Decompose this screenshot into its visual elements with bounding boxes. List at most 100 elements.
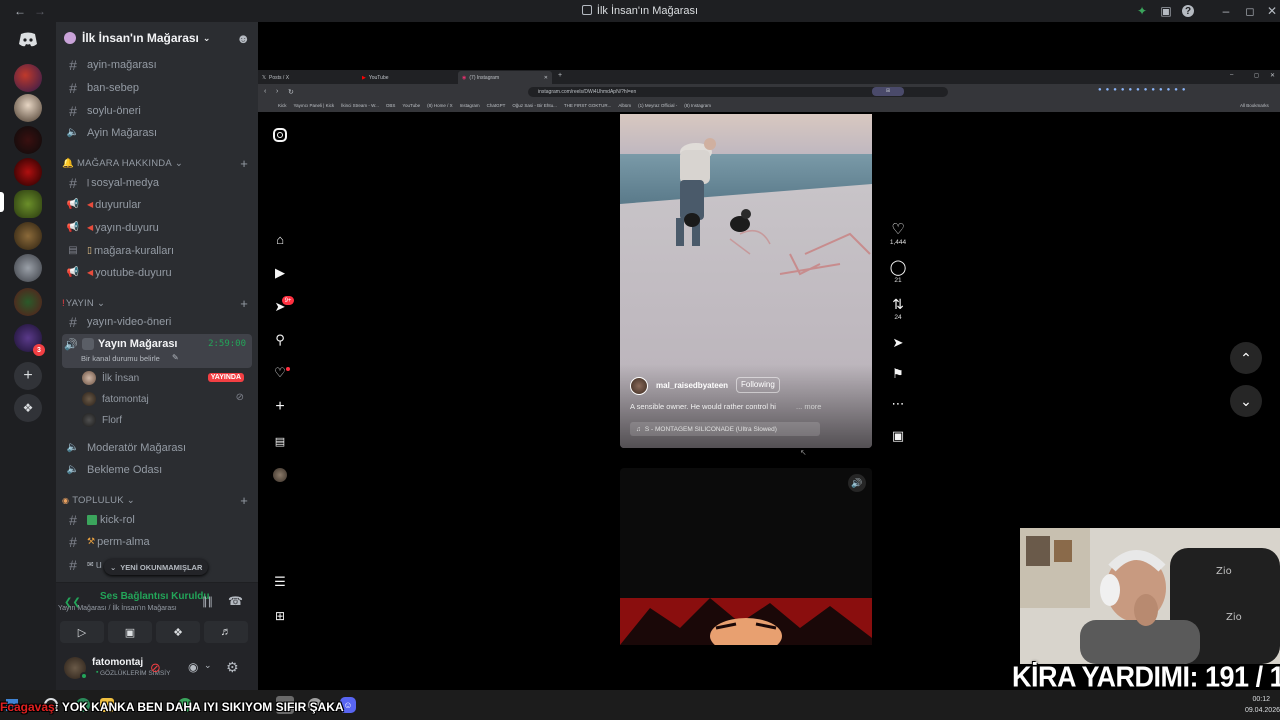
bookmark-item[interactable]: (1) Meyraz Official - [638, 103, 677, 111]
server-avatar[interactable] [14, 126, 42, 154]
audio-page-icon[interactable]: ▣ [886, 428, 910, 444]
channel-item[interactable]: # ayin-mağarası [62, 54, 252, 75]
server-header[interactable]: İlk İnsan'ın Mağarası ⌄ ☻ [56, 22, 258, 54]
active-voice-channel[interactable]: 🔊 Yayın Mağarası 2:59:00 Bir kanal durum… [62, 334, 252, 368]
category-header[interactable]: ◉ TOPLULUK ⌄ + [62, 492, 252, 508]
bookmark-item[interactable]: İkinci Stream - W... [341, 103, 379, 111]
chevron-down-icon[interactable]: ⌄ [204, 660, 212, 671]
clock-time[interactable]: 00:12 [1236, 696, 1270, 703]
forward-arrow-icon[interactable]: › [276, 88, 278, 95]
activities-button[interactable]: ❖ [156, 621, 200, 643]
avatar[interactable] [630, 377, 648, 395]
following-button[interactable]: Following [736, 377, 780, 393]
invite-icon[interactable]: ☻ [236, 31, 250, 46]
category-header[interactable]: 🔔 MAĞARA HAKKINDA ⌄ + [62, 155, 252, 171]
unread-pill[interactable]: ⌄ YENİ OKUNMAMIŞLAR [104, 559, 209, 575]
bookmark-item[interactable]: ChatGPT [487, 103, 506, 111]
share-icon[interactable]: ➤ [886, 335, 910, 351]
explore-icon[interactable]: ❖ [14, 394, 42, 422]
repost-action[interactable]: ⇅ 24 [886, 296, 910, 321]
add-server-icon[interactable]: + [14, 362, 42, 390]
channel-item[interactable]: # | sosyal-medya [62, 172, 252, 193]
channel-item[interactable]: # kick-rol [62, 509, 252, 530]
bookmark-item[interactable]: (8) Home / X [427, 103, 453, 111]
server-avatar[interactable] [14, 222, 42, 250]
bookmark-item[interactable]: YouTube [402, 103, 420, 111]
voice-user[interactable]: İlk İnsan YAYINDA [82, 368, 250, 388]
add-channel-icon[interactable]: + [240, 156, 248, 171]
install-button[interactable]: ⊞ [872, 87, 904, 96]
muted-mic-icon[interactable]: ⊘ [150, 660, 161, 676]
reel-video[interactable]: mal_raisedbyateen Following A sensible o… [620, 114, 872, 448]
profile-avatar[interactable] [273, 468, 287, 482]
clock-date[interactable]: 09.04.2026 [1234, 707, 1280, 714]
create-icon[interactable]: + [272, 398, 288, 415]
threads-icon[interactable]: ⊞ [272, 608, 288, 624]
browser-tab-active[interactable]: ◉ (7) Instagram ✕ [458, 71, 552, 84]
browser-tab[interactable]: 𝕏 Posts / X [262, 72, 358, 83]
reload-icon[interactable]: ↻ [288, 88, 294, 96]
server-avatar[interactable] [14, 288, 42, 316]
pencil-icon[interactable]: ✎ [172, 353, 179, 362]
server-avatar[interactable] [14, 158, 42, 186]
maximize-icon[interactable]: ◻ [1242, 3, 1258, 19]
bookmark-item[interactable]: Albüm [618, 103, 631, 111]
browser-tab[interactable]: ▶ YouTube [362, 72, 456, 83]
server-avatar[interactable] [14, 64, 42, 92]
like-action[interactable]: ♡ 1,444 [886, 220, 910, 246]
screen-share-button[interactable]: ▣ [108, 621, 152, 643]
settings-gear-icon[interactable]: ⚙ [226, 659, 239, 676]
headphones-icon[interactable]: ◉ [188, 660, 198, 674]
nitro-icon[interactable]: ✦ [1134, 3, 1150, 19]
bookmark-item[interactable]: OBS [386, 103, 396, 111]
bookmark-icon[interactable]: ⚑ [886, 366, 910, 382]
noise-suppression-icon[interactable]: ∥∥ [202, 595, 213, 608]
bookmark-item[interactable]: Oğuz Sasi - Bir Ehtu... [512, 103, 557, 111]
reel-video[interactable]: 🔊 [620, 468, 872, 645]
voice-user[interactable]: fatomontaj ⊘ [82, 389, 250, 409]
bookmark-item[interactable]: (8) Instagram [684, 103, 711, 111]
bookmark-item[interactable]: Yayıncı Paneli | Kick [294, 103, 335, 111]
instagram-logo-icon[interactable] [273, 128, 287, 142]
more-options-icon[interactable]: ⋯ [886, 396, 910, 412]
help-icon[interactable]: ? [1182, 5, 1194, 17]
server-avatar-active[interactable] [14, 190, 42, 218]
extension-icons[interactable]: ●●●●●●●●●●●● [1098, 87, 1268, 96]
voice-channel-item[interactable]: 🔈 Ayin Mağarası [62, 122, 252, 143]
more-link[interactable]: ... more [796, 402, 821, 411]
voice-status[interactable]: Ses Bağlantısı Kuruldu [44, 591, 214, 602]
channel-item[interactable]: ▤ ▯ mağara-kuralları [62, 240, 252, 261]
channel-item[interactable]: 📢 ◀ yayın-duyuru [62, 217, 252, 238]
voice-user[interactable]: Florf [82, 410, 250, 430]
minimize-icon[interactable]: – [1230, 72, 1233, 78]
camera-toggle-button[interactable]: ▷ [60, 621, 104, 643]
comment-action[interactable]: ◯ 21 [886, 258, 910, 284]
voice-location[interactable]: Yayın Mağarası / İlk İnsan'ın Mağarası [56, 605, 226, 612]
channel-item[interactable]: # soylu-öneri [62, 100, 252, 121]
soundboard-button[interactable]: ♬ [204, 621, 248, 643]
server-avatar[interactable] [14, 94, 42, 122]
voice-channel-item[interactable]: 🔈 Bekleme Odası [62, 459, 252, 480]
new-tab-icon[interactable]: + [558, 72, 562, 79]
bookmark-item[interactable]: THE FIRST GOKTUR... [564, 103, 611, 111]
bookmark-item[interactable]: Instagram [460, 103, 480, 111]
reel-username[interactable]: mal_raisedbyateen [656, 381, 728, 390]
scroll-up-button[interactable]: ⌃ [1230, 342, 1262, 374]
menu-icon[interactable]: ☰ [272, 574, 288, 590]
channel-status[interactable]: Bir kanal durumu belirle [81, 354, 160, 363]
server-avatar[interactable] [14, 254, 42, 282]
search-icon[interactable]: ⚲ [272, 332, 288, 348]
audio-track[interactable]: ♫ S - MONTAGEM SILICONADE (Ultra Slowed) [630, 422, 820, 436]
volume-icon[interactable]: 🔊 [848, 474, 866, 492]
tab-close-icon[interactable]: ✕ [544, 75, 548, 81]
category-header[interactable]: ! YAYIN ⌄ + [62, 295, 252, 311]
all-bookmarks[interactable]: All Bookmarks [1240, 103, 1269, 108]
bookmark-item[interactable]: Kick [278, 103, 287, 111]
channel-item[interactable]: # ban-sebep [62, 77, 252, 98]
disconnect-icon[interactable]: ☎ [228, 594, 243, 608]
channel-item[interactable]: 📢 ◀ duyurular [62, 194, 252, 215]
maximize-icon[interactable]: ◻ [1254, 72, 1259, 79]
channel-item[interactable]: # yayın-video-öneri [62, 311, 252, 332]
add-channel-icon[interactable]: + [240, 493, 248, 508]
dashboard-icon[interactable]: ▤ [272, 433, 288, 449]
